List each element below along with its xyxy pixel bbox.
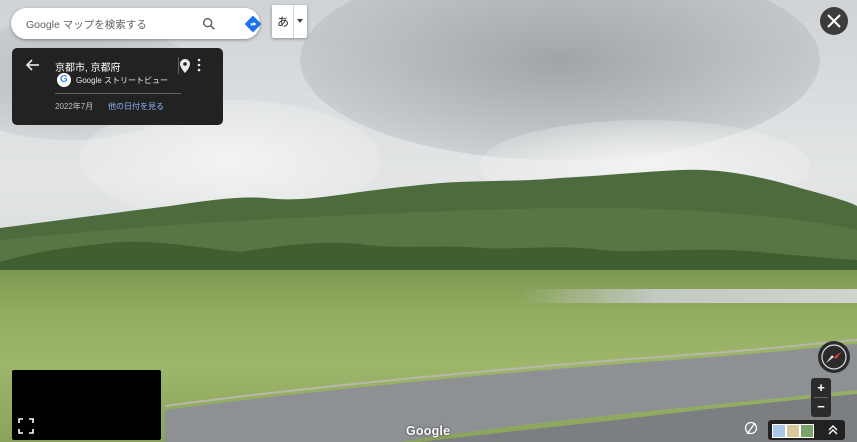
more-vert-icon[interactable] [196, 58, 202, 72]
compass-button[interactable] [818, 341, 850, 373]
google-watermark: Google [406, 424, 451, 438]
pegman-icon[interactable] [744, 421, 758, 437]
layers-button[interactable] [768, 420, 845, 440]
card-divider-vertical [178, 57, 179, 74]
search-input[interactable]: Google マップを検索する [26, 17, 147, 32]
other-dates-link[interactable]: 他の日付を見る [108, 101, 164, 112]
place-title: 京都市, 京都府 [55, 63, 121, 74]
google-logo-icon: G [57, 73, 71, 87]
zoom-control: + − [811, 378, 831, 417]
ime-divider [293, 5, 294, 38]
zoom-in-button[interactable]: + [811, 379, 831, 397]
mini-map[interactable] [12, 370, 161, 440]
ime-toggle[interactable]: あ [272, 5, 307, 38]
directions-icon[interactable] [244, 15, 262, 33]
location-pin-icon[interactable] [180, 59, 190, 73]
layer-thumbnail[interactable] [786, 424, 800, 438]
close-icon [827, 14, 841, 28]
card-divider [55, 93, 181, 94]
ime-label: あ [277, 15, 290, 29]
close-button[interactable] [820, 7, 848, 35]
fullscreen-icon[interactable] [18, 418, 34, 434]
layer-thumbnail[interactable] [800, 424, 814, 438]
service-label: Google ストリートビュー [76, 76, 169, 85]
search-icon[interactable] [201, 16, 217, 32]
location-info-card: 京都市, 京都府 G Google ストリートビュー 2022年7月 他の日付を… [12, 48, 223, 125]
caret-down-icon[interactable] [297, 19, 303, 23]
layer-thumbnail[interactable] [772, 424, 786, 438]
chevron-up-icon[interactable] [828, 424, 838, 436]
zoom-out-button[interactable]: − [811, 398, 831, 416]
search-box[interactable]: Google マップを検索する [11, 8, 262, 39]
arrow-back-icon[interactable] [26, 59, 40, 71]
capture-date: 2022年7月 [55, 102, 94, 111]
compass-icon [821, 344, 847, 370]
